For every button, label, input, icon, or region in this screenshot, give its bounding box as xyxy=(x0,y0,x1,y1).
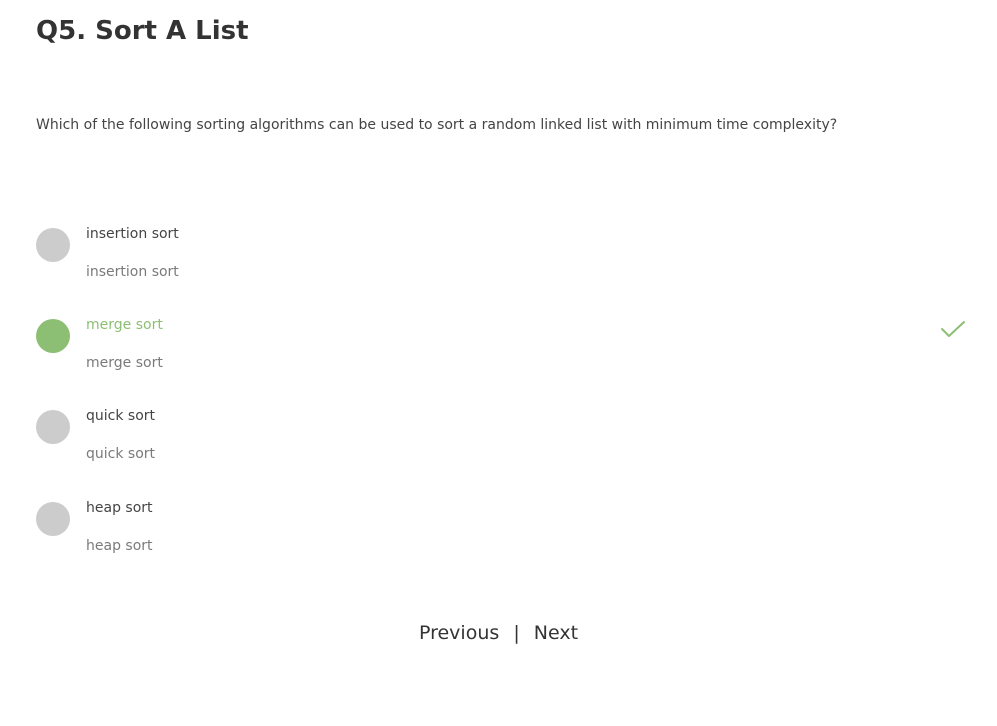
radio-button[interactable] xyxy=(36,502,70,536)
radio-button-selected[interactable] xyxy=(36,319,70,353)
answer-option-merge-sort[interactable]: merge sort merge sort xyxy=(36,317,966,377)
option-label: merge sort xyxy=(86,317,163,333)
quiz-page: Q5. Sort A List Which of the following s… xyxy=(0,0,997,726)
pagination-nav: Previous | Next xyxy=(0,622,997,644)
radio-button[interactable] xyxy=(36,228,70,262)
question-title: Q5. Sort A List xyxy=(36,16,249,46)
answer-option-quick-sort[interactable]: quick sort quick sort xyxy=(36,408,966,468)
check-icon xyxy=(941,321,965,337)
question-text: Which of the following sorting algorithm… xyxy=(36,117,838,133)
previous-link[interactable]: Previous xyxy=(419,622,499,644)
option-sublabel: merge sort xyxy=(86,355,163,371)
radio-button[interactable] xyxy=(36,410,70,444)
nav-separator: | xyxy=(513,622,520,644)
answer-option-insertion-sort[interactable]: insertion sort insertion sort xyxy=(36,226,966,286)
option-label: heap sort xyxy=(86,500,153,516)
option-sublabel: insertion sort xyxy=(86,264,179,280)
option-label: insertion sort xyxy=(86,226,179,242)
option-sublabel: heap sort xyxy=(86,538,153,554)
option-sublabel: quick sort xyxy=(86,446,156,462)
next-link[interactable]: Next xyxy=(534,622,578,644)
option-label: quick sort xyxy=(86,408,156,424)
answer-option-heap-sort[interactable]: heap sort heap sort xyxy=(36,500,966,560)
